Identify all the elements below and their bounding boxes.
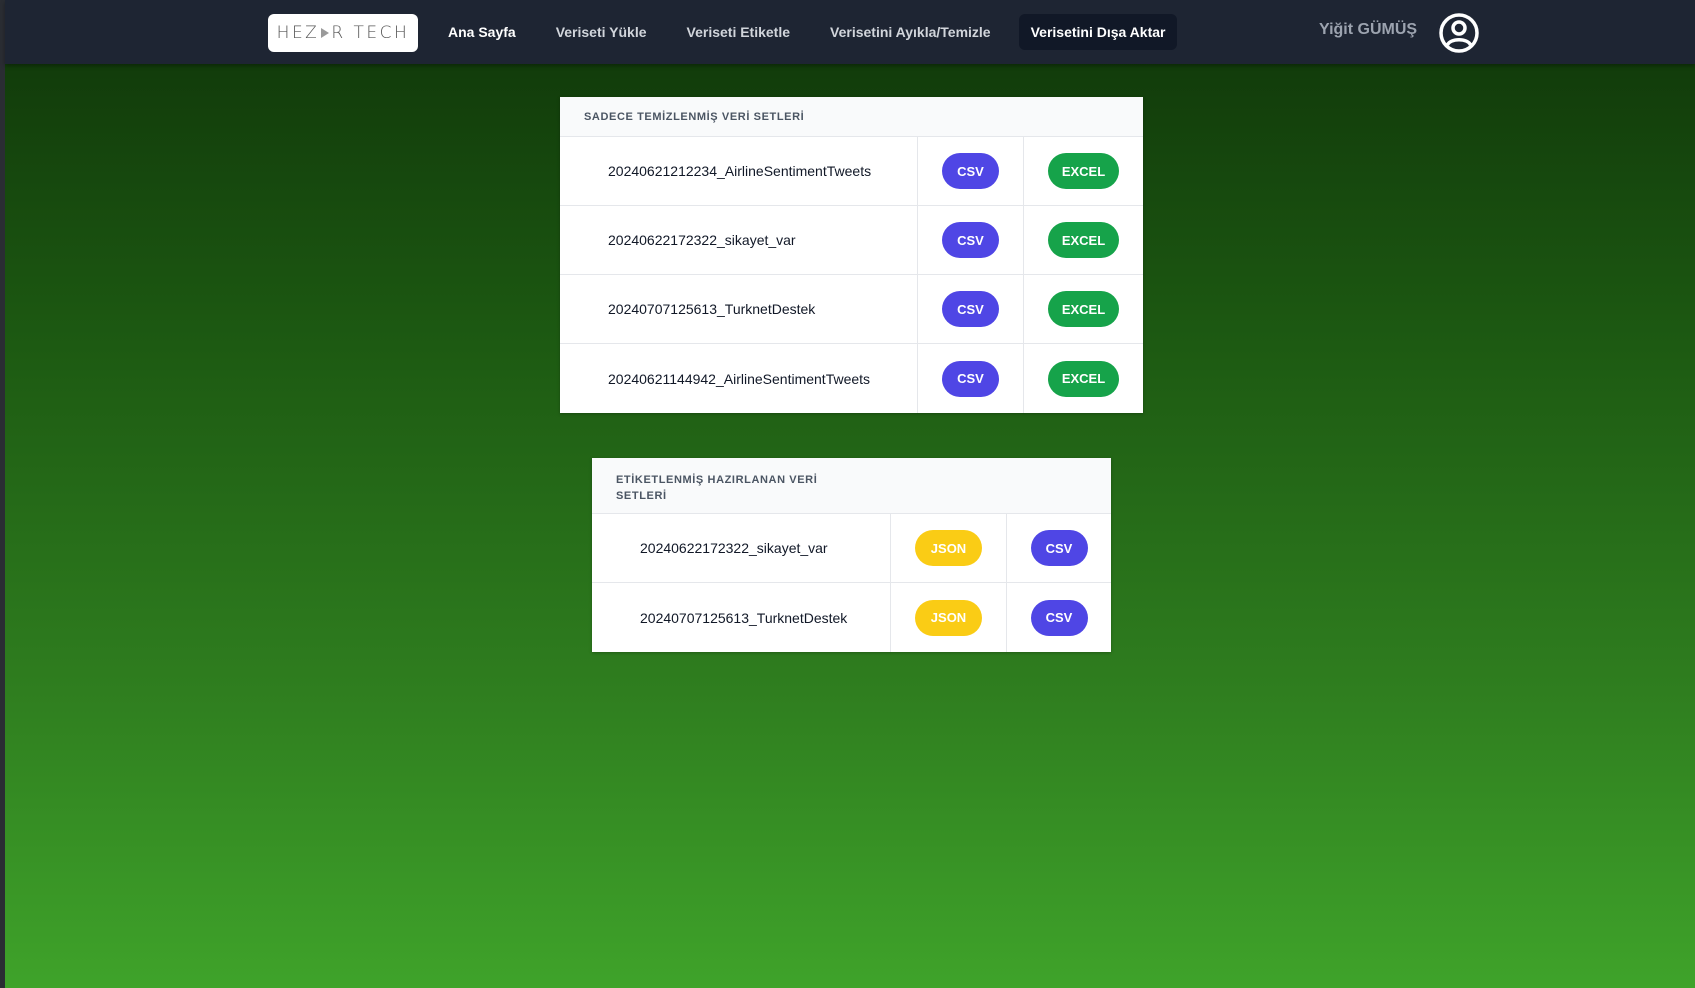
user-circle-icon[interactable]: [1438, 12, 1480, 54]
dataset-name: 20240621144942_AirlineSentimentTweets: [560, 344, 918, 413]
play-icon: [321, 28, 330, 38]
csv-download-button[interactable]: CSV: [1030, 599, 1088, 636]
brand-logo[interactable]: HEZ R TECH: [268, 14, 418, 52]
user-name: Yiğit GÜMÜŞ: [1319, 21, 1418, 38]
cleaned-datasets-card: SADECE TEMİZLENMİŞ VERİ SETLERİ 20240621…: [560, 97, 1143, 413]
table-row: 20240707125613_TurknetDestek JSON CSV: [592, 583, 1111, 652]
nav-clean-dataset[interactable]: Verisetini Ayıkla/Temizle: [818, 14, 1003, 50]
nav-upload-dataset[interactable]: Veriseti Yükle: [544, 14, 659, 50]
nav-home[interactable]: Ana Sayfa: [436, 14, 528, 50]
page-background: HEZ R TECH Ana Sayfa Veriseti Yükle Veris…: [5, 0, 1695, 988]
nav-export-dataset[interactable]: Verisetini Dışa Aktar: [1018, 14, 1178, 50]
card-title: ETİKETLENMİŞ HAZIRLANAN VERİ SETLERİ: [616, 474, 818, 502]
csv-download-button[interactable]: CSV: [942, 291, 999, 327]
nav-label-dataset[interactable]: Veriseti Etiketle: [675, 14, 803, 50]
excel-download-button[interactable]: EXCEL: [1048, 153, 1119, 189]
table-row: 20240622172322_sikayet_var JSON CSV: [592, 514, 1111, 583]
excel-download-button[interactable]: EXCEL: [1048, 360, 1119, 397]
logo-text-end: R TECH: [331, 23, 410, 43]
table-row: 20240707125613_TurknetDestek CSV EXCEL: [560, 275, 1143, 344]
top-navbar: HEZ R TECH Ana Sayfa Veriseti Yükle Veris…: [5, 0, 1695, 64]
dataset-name: 20240622172322_sikayet_var: [592, 514, 891, 582]
table-row: 20240621144942_AirlineSentimentTweets CS…: [560, 344, 1143, 413]
excel-download-button[interactable]: EXCEL: [1048, 291, 1119, 327]
dataset-name: 20240621212234_AirlineSentimentTweets: [560, 137, 918, 205]
card-title: SADECE TEMİZLENMİŞ VERİ SETLERİ: [560, 97, 1143, 137]
excel-download-button[interactable]: EXCEL: [1048, 222, 1119, 258]
csv-download-button[interactable]: CSV: [1030, 530, 1088, 566]
dataset-name: 20240622172322_sikayet_var: [560, 206, 918, 274]
nav-links: Ana Sayfa Veriseti Yükle Veriseti Etiket…: [436, 14, 1178, 50]
table-row: 20240622172322_sikayet_var CSV EXCEL: [560, 206, 1143, 275]
dataset-name: 20240707125613_TurknetDestek: [560, 275, 918, 343]
csv-download-button[interactable]: CSV: [942, 360, 999, 397]
table-row: 20240621212234_AirlineSentimentTweets CS…: [560, 137, 1143, 206]
labeled-datasets-card: ETİKETLENMİŞ HAZIRLANAN VERİ SETLERİ 202…: [592, 458, 1111, 652]
csv-download-button[interactable]: CSV: [942, 153, 999, 189]
dataset-name: 20240707125613_TurknetDestek: [592, 583, 891, 652]
json-download-button[interactable]: JSON: [915, 599, 982, 636]
json-download-button[interactable]: JSON: [915, 530, 982, 566]
logo-text-start: HEZ: [276, 23, 320, 43]
csv-download-button[interactable]: CSV: [942, 222, 999, 258]
